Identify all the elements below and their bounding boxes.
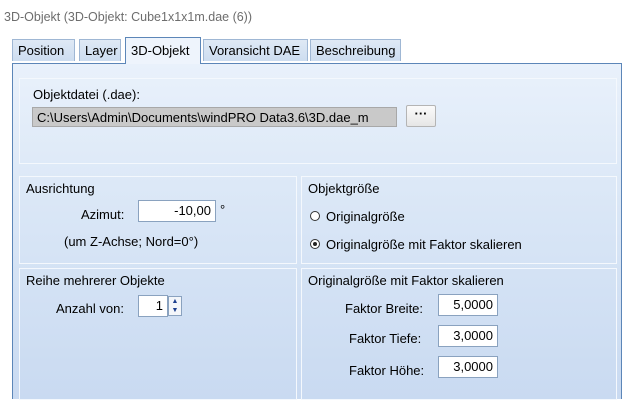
tab-beschreibung[interactable]: Beschreibung <box>310 39 401 61</box>
anzahl-spinner[interactable]: ▲ ▼ <box>168 296 182 316</box>
azimut-label: Azimut: <box>81 207 125 222</box>
azimut-hint: (um Z-Achse; Nord=0°) <box>64 234 199 249</box>
objektgroesse-heading: Objektgröße <box>308 181 380 196</box>
reihe-heading: Reihe mehrerer Objekte <box>26 273 165 288</box>
originalgroesse-faktor-radio[interactable] <box>310 239 320 249</box>
faktor-hoehe-input[interactable]: 3,0000 <box>438 356 498 378</box>
faktor-breite-label: Faktor Breite: <box>345 301 424 316</box>
objektdatei-path-field[interactable]: C:\Users\Admin\Documents\windPRO Data3.6… <box>32 107 397 127</box>
objektdatei-label: Objektdatei (.dae): <box>33 87 140 102</box>
faktor-hoehe-label: Faktor Höhe: <box>349 363 425 378</box>
tab-layer[interactable]: Layer <box>79 39 121 61</box>
radio-selected-dot <box>313 242 317 246</box>
window-title: 3D-Objekt (3D-Objekt: Cube1x1x1m.dae (6)… <box>4 10 253 24</box>
azimut-unit: ° <box>220 202 226 217</box>
browse-button[interactable]: ··· <box>406 105 436 127</box>
azimut-input[interactable]: -10,00 <box>138 200 216 222</box>
tab-panel-3d-objekt: Objektdatei (.dae): C:\Users\Admin\Docum… <box>12 63 622 400</box>
originalgroesse-radio[interactable] <box>310 211 320 221</box>
tab-strip: Position Layer 3D-Objekt Voransicht DAE … <box>12 37 622 64</box>
originalgroesse-option-label: Originalgröße <box>326 209 405 224</box>
anzahl-input[interactable]: 1 <box>138 295 168 317</box>
originalgroesse-faktor-option-label: Originalgröße mit Faktor skalieren <box>326 237 522 252</box>
spin-down-icon[interactable]: ▼ <box>169 306 181 315</box>
faktor-tiefe-input[interactable]: 3,0000 <box>438 325 498 347</box>
tab-3d-objekt[interactable]: 3D-Objekt <box>125 37 201 64</box>
faktor-breite-input[interactable]: 5,0000 <box>438 294 498 316</box>
spin-up-icon[interactable]: ▲ <box>169 297 181 306</box>
faktor-tiefe-label: Faktor Tiefe: <box>349 331 422 346</box>
tab-voransicht-dae[interactable]: Voransicht DAE <box>203 39 308 61</box>
ausrichtung-heading: Ausrichtung <box>26 181 95 196</box>
originalgroesse-faktor-option[interactable]: Originalgröße mit Faktor skalieren <box>310 237 590 255</box>
anzahl-label: Anzahl von: <box>56 301 124 316</box>
originalgroesse-option[interactable]: Originalgröße <box>310 209 570 227</box>
tab-position[interactable]: Position <box>12 39 75 61</box>
faktor-heading: Originalgröße mit Faktor skalieren <box>308 273 504 288</box>
